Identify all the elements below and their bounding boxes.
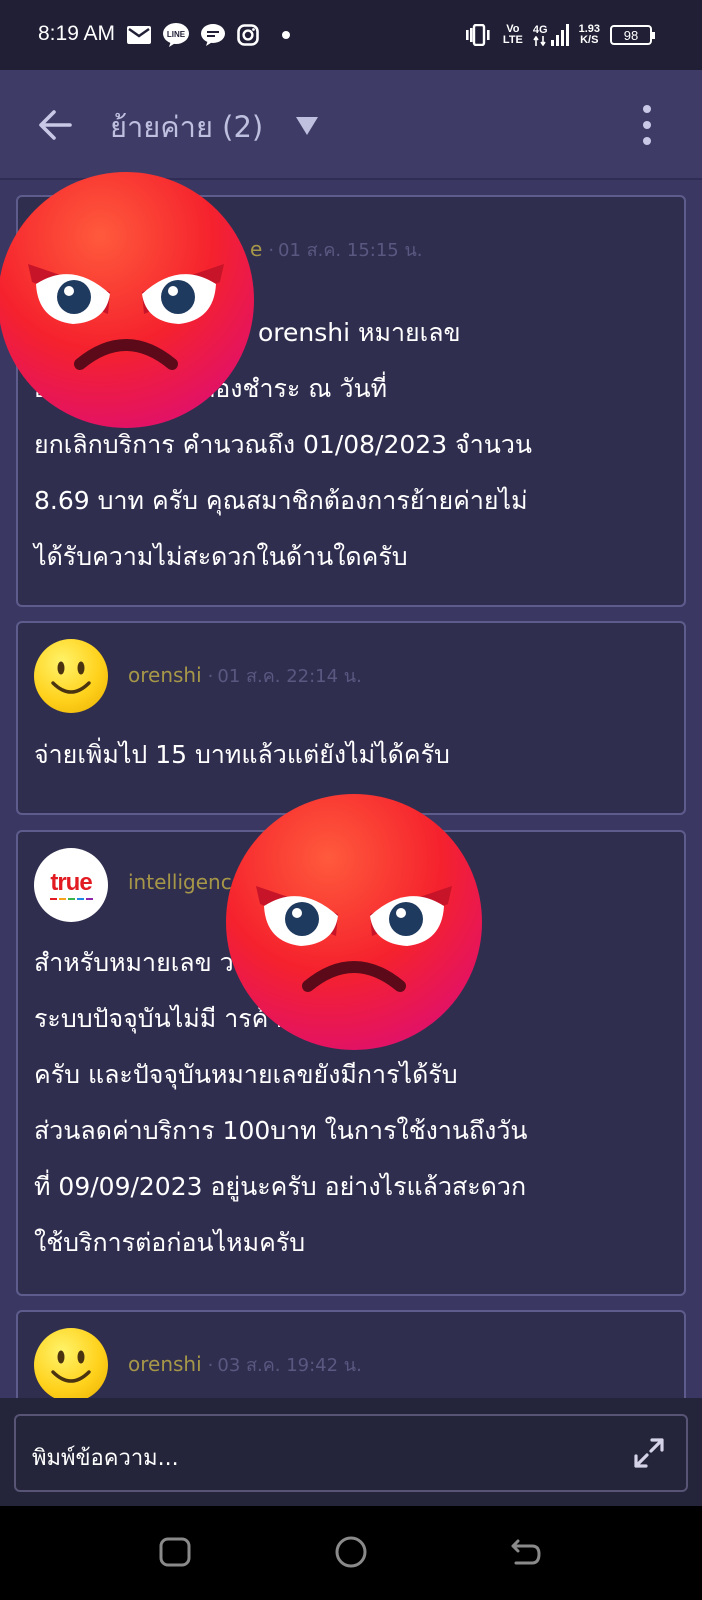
message-text: จ่ายเพิ่มไป 15 บาทแล้วแต่ยังไม่ได้ครับ bbox=[34, 740, 450, 769]
status-time: 8:19 AM bbox=[38, 22, 116, 45]
message-meta: orenshi · 03 ส.ค. 19:42 น. bbox=[128, 1352, 362, 1376]
message-meta: intelligenc bbox=[128, 870, 232, 894]
recents-button[interactable] bbox=[155, 1532, 195, 1572]
page-title[interactable]: ย้ายค่าย (2) bbox=[110, 104, 263, 150]
network-type: 4G bbox=[533, 24, 569, 46]
avatar[interactable] bbox=[34, 639, 108, 713]
back-nav-button[interactable] bbox=[506, 1532, 546, 1572]
back-nav-icon bbox=[511, 1539, 541, 1565]
message-author[interactable]: orenshi bbox=[128, 663, 202, 687]
home-icon bbox=[335, 1536, 367, 1568]
message-input[interactable]: พิมพ์ข้อความ... bbox=[14, 1414, 688, 1492]
gmail-icon bbox=[127, 26, 151, 44]
system-icons: Vo LTE 4G 1.93 K/S 98 bbox=[465, 20, 655, 50]
avatar[interactable] bbox=[34, 1328, 108, 1402]
message-author[interactable]: orenshi bbox=[128, 1352, 202, 1376]
volte-bottom: LTE bbox=[502, 34, 523, 46]
message-time: 01 ส.ค. 22:14 น. bbox=[217, 666, 362, 687]
dropdown-triangle-icon[interactable] bbox=[296, 117, 318, 135]
network-4g-label: 4G bbox=[532, 24, 548, 36]
home-button[interactable] bbox=[331, 1532, 371, 1572]
smiley-face-icon bbox=[51, 1350, 91, 1383]
svg-text:LINE: LINE bbox=[167, 30, 186, 39]
data-arrows-icon bbox=[533, 36, 546, 46]
dot-icon bbox=[282, 31, 290, 39]
network-speed: 1.93 K/S bbox=[579, 24, 600, 46]
speed-unit: K/S bbox=[580, 34, 599, 46]
back-button[interactable] bbox=[28, 98, 82, 152]
notification-icons: LINE bbox=[127, 22, 295, 48]
avatar[interactable]: true bbox=[34, 848, 108, 922]
true-logo-stripes bbox=[49, 897, 93, 900]
angry-face-emoji bbox=[0, 172, 254, 428]
expand-icon[interactable] bbox=[632, 1436, 666, 1470]
message-time: 03 ส.ค. 19:42 น. bbox=[217, 1355, 362, 1376]
message-meta: e · 01 ส.ค. 15:15 น. bbox=[250, 237, 423, 261]
smiley-face-icon bbox=[51, 661, 91, 694]
true-logo: true bbox=[50, 868, 92, 896]
battery-level: 98 bbox=[623, 27, 639, 43]
more-vert-icon[interactable] bbox=[626, 100, 668, 150]
status-bar: 8:19 AM LINE Vo LTE 4G 1.93 K/S 98 bbox=[0, 0, 702, 70]
message-meta: orenshi · 01 ส.ค. 22:14 น. bbox=[128, 663, 362, 687]
volte-indicator: Vo LTE bbox=[503, 24, 523, 46]
battery-icon: 98 bbox=[610, 25, 655, 45]
line-icon: LINE bbox=[163, 23, 189, 47]
signal-icon bbox=[550, 24, 569, 46]
message-author[interactable]: intelligenc bbox=[128, 870, 232, 894]
composer: พิมพ์ข้อความ... bbox=[0, 1398, 702, 1506]
message-input-placeholder: พิมพ์ข้อความ... bbox=[32, 1446, 179, 1471]
chat-bubble-icon bbox=[201, 24, 225, 46]
message-time: 01 ส.ค. 15:15 น. bbox=[278, 240, 423, 261]
system-nav-bar bbox=[0, 1506, 702, 1600]
message-card: orenshi · 01 ส.ค. 22:14 น. จ่ายเพิ่มไป 15 … bbox=[16, 621, 686, 815]
angry-face-emoji bbox=[226, 794, 482, 1050]
app-bar: ย้ายค่าย (2) bbox=[0, 70, 702, 180]
instagram-icon bbox=[237, 24, 259, 46]
vibrate-icon bbox=[465, 24, 490, 46]
back-arrow-icon bbox=[39, 110, 72, 140]
recents-icon bbox=[159, 1537, 191, 1567]
